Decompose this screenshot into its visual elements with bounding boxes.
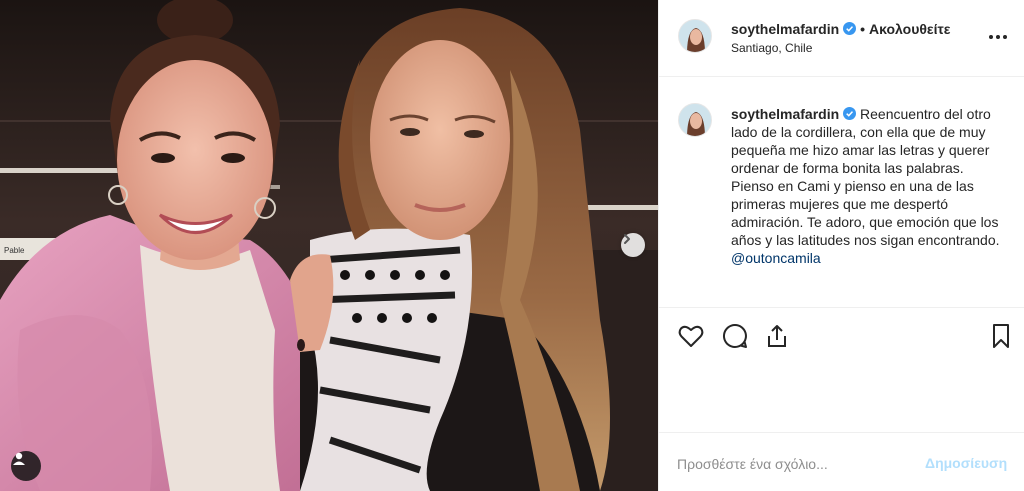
post-photo[interactable]: Pable — [0, 0, 658, 491]
ellipsis-dot — [996, 35, 1000, 39]
action-bar — [659, 308, 1024, 364]
caption-body: Reencuentro del otro lado de la cordille… — [731, 106, 1000, 248]
ellipsis-icon — [989, 35, 993, 39]
profile-photo-icon — [679, 20, 711, 52]
separator-dot: • — [860, 21, 866, 37]
caption-avatar[interactable] — [678, 103, 712, 137]
verified-badge-icon — [843, 107, 857, 120]
post-header: soythelmafardin • Ακολουθείτε Santiago, Ch… — [659, 0, 1024, 77]
caption-section: soythelmafardin Reencuentro del otro lad… — [659, 77, 1024, 308]
comment-input[interactable] — [677, 453, 917, 475]
tagged-users-button[interactable] — [11, 451, 41, 481]
bookmark-icon[interactable] — [987, 322, 1015, 350]
share-icon[interactable] — [763, 322, 791, 350]
add-comment-section: Δημοσίευση — [659, 432, 1024, 491]
photo-image: Pable — [0, 0, 658, 491]
verified-badge-icon — [843, 22, 857, 35]
username-link[interactable]: soythelmafardin — [731, 21, 839, 37]
profile-photo-icon — [679, 104, 711, 136]
next-photo-button[interactable] — [621, 233, 645, 257]
caption-username-link[interactable]: soythelmafardin — [731, 106, 839, 122]
mention-link[interactable]: @outoncamila — [731, 250, 821, 266]
header-username-row: soythelmafardin • Ακολουθείτε — [731, 21, 950, 37]
location-link[interactable]: Santiago, Chile — [731, 41, 812, 55]
caption-text-block: soythelmafardin Reencuentro del otro lad… — [731, 105, 1001, 267]
user-icon — [13, 452, 25, 465]
comment-icon[interactable] — [721, 322, 749, 350]
station-sign-text: Pable — [4, 246, 25, 255]
post-comment-button[interactable]: Δημοσίευση — [925, 455, 1007, 471]
following-button[interactable]: Ακολουθείτε — [869, 21, 950, 37]
ellipsis-dot — [1003, 35, 1007, 39]
post-side-panel: soythelmafardin • Ακολουθείτε Santiago, Ch… — [658, 0, 1024, 491]
heart-icon[interactable] — [677, 322, 705, 350]
more-options-button[interactable] — [989, 32, 1011, 42]
chevron-right-icon — [624, 234, 630, 244]
avatar[interactable] — [678, 19, 712, 53]
